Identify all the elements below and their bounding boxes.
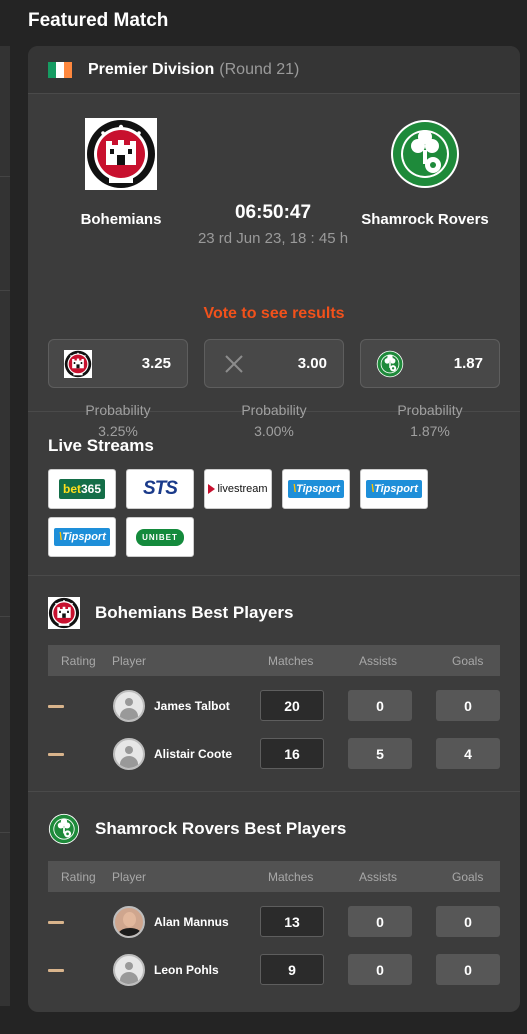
stream-tipsport-1[interactable]: \Tipsport: [282, 469, 350, 509]
table-header: Rating Player Matches Assists Goals: [48, 645, 500, 676]
home-best-players: Bohemians Best Players Rating Player Mat…: [28, 576, 520, 792]
live-streams-section: Live Streams bet365 STS livestream \Tips…: [28, 412, 520, 576]
tipsport-logo-text: Tipsport: [374, 483, 418, 495]
col-matches: Matches: [268, 870, 314, 884]
away-best-players: Shamrock Rovers Best Players Rating Play…: [28, 792, 520, 1008]
player-name: James Talbot: [154, 699, 230, 713]
bohemians-crest-icon: [64, 350, 92, 378]
table-header: Rating Player Matches Assists Goals: [48, 861, 500, 892]
sts-logo: STS: [143, 478, 178, 499]
stream-tipsport-3[interactable]: \Tipsport: [48, 517, 116, 557]
assists-value: 0: [348, 954, 412, 985]
player-name: Leon Pohls: [154, 963, 219, 977]
livestream-logo: livestream: [208, 483, 268, 495]
flag-band: [48, 61, 56, 78]
livestream-logo-text: livestream: [217, 483, 268, 495]
tipsport-logo-text: Tipsport: [62, 531, 106, 543]
ireland-flag-icon: [48, 61, 72, 78]
col-rating: Rating: [61, 870, 96, 884]
match-date: 23 rd Jun 23, 18 : 45 h: [197, 230, 349, 247]
featured-match-card: Premier Division (Round 21) Bohemians 06…: [28, 46, 520, 1012]
tipsport-logo: \Tipsport: [288, 480, 344, 498]
avatar: [113, 906, 145, 938]
league-round: (Round 21): [219, 60, 300, 78]
live-streams-title: Live Streams: [48, 436, 154, 455]
flag-band: [56, 61, 64, 78]
goals-value: 4: [436, 738, 500, 769]
odds-home-button[interactable]: 3.25: [48, 339, 188, 388]
player-row[interactable]: Alistair Coote 16 5 4: [48, 738, 500, 770]
odds-value: 1.87: [453, 355, 483, 372]
shamrock-rovers-crest-icon: [48, 813, 80, 845]
play-icon: [208, 484, 216, 494]
col-goals: Goals: [452, 870, 484, 884]
league-header[interactable]: Premier Division (Round 21): [28, 46, 520, 94]
shamrock-rovers-crest-icon: [389, 118, 461, 190]
rating-dash: [48, 969, 64, 972]
col-assists: Assists: [359, 654, 398, 668]
bet365-logo-text: 365: [80, 482, 102, 496]
stream-bet365[interactable]: bet365: [48, 469, 116, 509]
away-best-players-title: Shamrock Rovers Best Players: [95, 819, 347, 838]
matches-value: 13: [260, 906, 324, 937]
shamrock-rovers-crest-icon: [376, 350, 404, 378]
bohemians-crest-icon: [48, 597, 80, 629]
col-matches: Matches: [268, 654, 314, 668]
col-rating: Rating: [61, 654, 96, 668]
odds-value: 3.25: [141, 355, 171, 372]
odds-away-button[interactable]: 1.87: [360, 339, 500, 388]
odds-value: 3.00: [297, 355, 327, 372]
assists-value: 5: [348, 738, 412, 769]
goals-value: 0: [436, 906, 500, 937]
player-row[interactable]: James Talbot 20 0 0: [48, 690, 500, 722]
col-assists: Assists: [359, 870, 398, 884]
stream-tipsport-2[interactable]: \Tipsport: [360, 469, 428, 509]
tipsport-logo: \Tipsport: [54, 528, 110, 546]
player-name: Alan Mannus: [154, 915, 229, 929]
avatar: [113, 738, 145, 770]
match-summary: Bohemians 06:50:47 23 rd Jun 23, 18 : 45…: [28, 94, 520, 439]
rating-dash: [48, 753, 64, 756]
col-player: Player: [112, 654, 147, 668]
goals-value: 0: [436, 954, 500, 985]
matches-value: 20: [260, 690, 324, 721]
assists-value: 0: [348, 906, 412, 937]
stream-sts[interactable]: STS: [126, 469, 194, 509]
away-team-name: Shamrock Rovers: [361, 211, 489, 228]
matches-value: 16: [260, 738, 324, 769]
tipsport-logo-text: Tipsport: [296, 483, 340, 495]
rating-dash: [48, 705, 64, 708]
goals-value: 0: [436, 690, 500, 721]
tipsport-logo: \Tipsport: [366, 480, 422, 498]
player-row[interactable]: Alan Mannus 13 0 0: [48, 906, 500, 938]
flag-band: [64, 61, 72, 78]
bet365-logo-text: bet: [62, 482, 81, 496]
draw-x-icon: [225, 355, 243, 373]
home-best-players-title: Bohemians Best Players: [95, 603, 294, 622]
away-team[interactable]: Shamrock Rovers: [350, 118, 500, 228]
unibet-logo: UNIBET: [136, 528, 184, 546]
page-title: Featured Match: [28, 10, 169, 31]
match-countdown: 06:50:47: [234, 202, 312, 223]
col-player: Player: [112, 870, 147, 884]
matches-value: 9: [260, 954, 324, 985]
player-row[interactable]: Leon Pohls 9 0 0: [48, 954, 500, 986]
col-goals: Goals: [452, 654, 484, 668]
left-panel-edge: [0, 46, 10, 1006]
league-name: Premier Division: [88, 60, 215, 78]
stream-unibet[interactable]: UNIBET: [126, 517, 194, 557]
assists-value: 0: [348, 690, 412, 721]
avatar: [113, 690, 145, 722]
rating-dash: [48, 921, 64, 924]
stream-livestream[interactable]: livestream: [204, 469, 272, 509]
avatar: [113, 954, 145, 986]
player-name: Alistair Coote: [154, 747, 233, 761]
odds-draw-button[interactable]: 3.00: [204, 339, 344, 388]
bet365-logo: bet365: [58, 479, 106, 499]
bohemians-crest-icon: [85, 118, 157, 190]
vote-prompt[interactable]: Vote to see results: [28, 305, 520, 323]
